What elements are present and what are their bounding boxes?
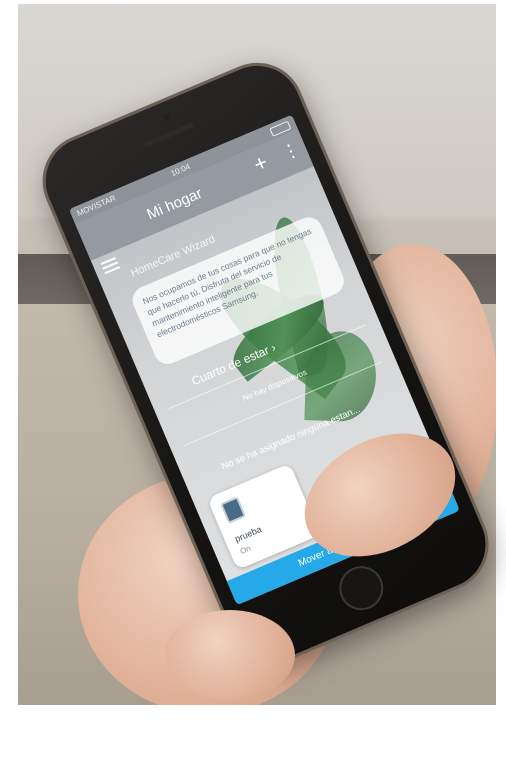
menu-icon[interactable] bbox=[100, 256, 121, 275]
device-state: On bbox=[238, 543, 253, 557]
earpiece bbox=[143, 121, 195, 148]
app-title: Mi hogar bbox=[144, 184, 205, 224]
device-name: prueba bbox=[233, 523, 264, 545]
plant-leaf-4 bbox=[304, 330, 378, 423]
front-camera bbox=[161, 112, 171, 123]
device-icon bbox=[220, 496, 247, 524]
more-icon[interactable]: ⋮ bbox=[279, 138, 303, 163]
add-icon[interactable]: + bbox=[250, 149, 272, 177]
home-button[interactable] bbox=[332, 559, 391, 618]
finger-bottom bbox=[165, 610, 295, 700]
